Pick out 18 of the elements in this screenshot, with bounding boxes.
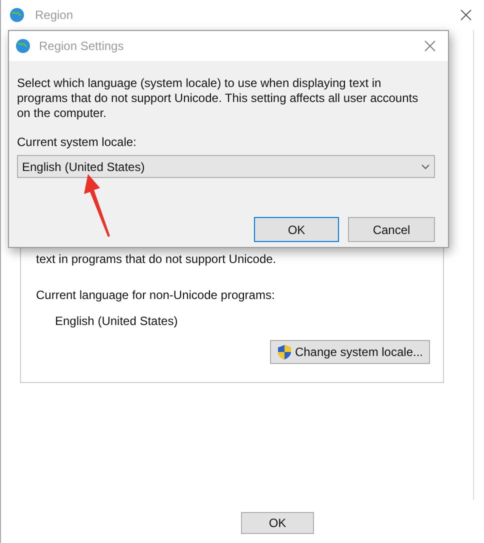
shield-icon bbox=[276, 344, 292, 360]
ok-button[interactable]: OK bbox=[241, 512, 314, 534]
ok-button[interactable]: OK bbox=[254, 217, 339, 242]
change-system-locale-button[interactable]: Change system locale... bbox=[270, 340, 430, 364]
description-text: text in programs that do not support Unicode. bbox=[36, 251, 278, 268]
dialog-title: Region Settings bbox=[39, 38, 124, 55]
locale-label: Current system locale: bbox=[17, 134, 138, 151]
close-icon[interactable] bbox=[424, 40, 436, 52]
dialog-message: Select which language (system locale) to use when displaying text in programs that do not support Unicode. This setting affects all user accounts on the computer. bbox=[17, 76, 420, 121]
globe-icon bbox=[9, 7, 25, 23]
close-icon[interactable] bbox=[460, 9, 472, 21]
globe-icon bbox=[15, 38, 31, 54]
window-title: Region bbox=[35, 7, 74, 24]
cancel-button[interactable]: Cancel bbox=[348, 217, 435, 242]
current-language-value: English (United States) bbox=[55, 313, 179, 330]
current-language-label: Current language for non-Unicode programs: bbox=[36, 287, 276, 304]
chevron-down-icon bbox=[421, 164, 430, 170]
locale-dropdown[interactable]: English (United States) bbox=[17, 155, 435, 178]
